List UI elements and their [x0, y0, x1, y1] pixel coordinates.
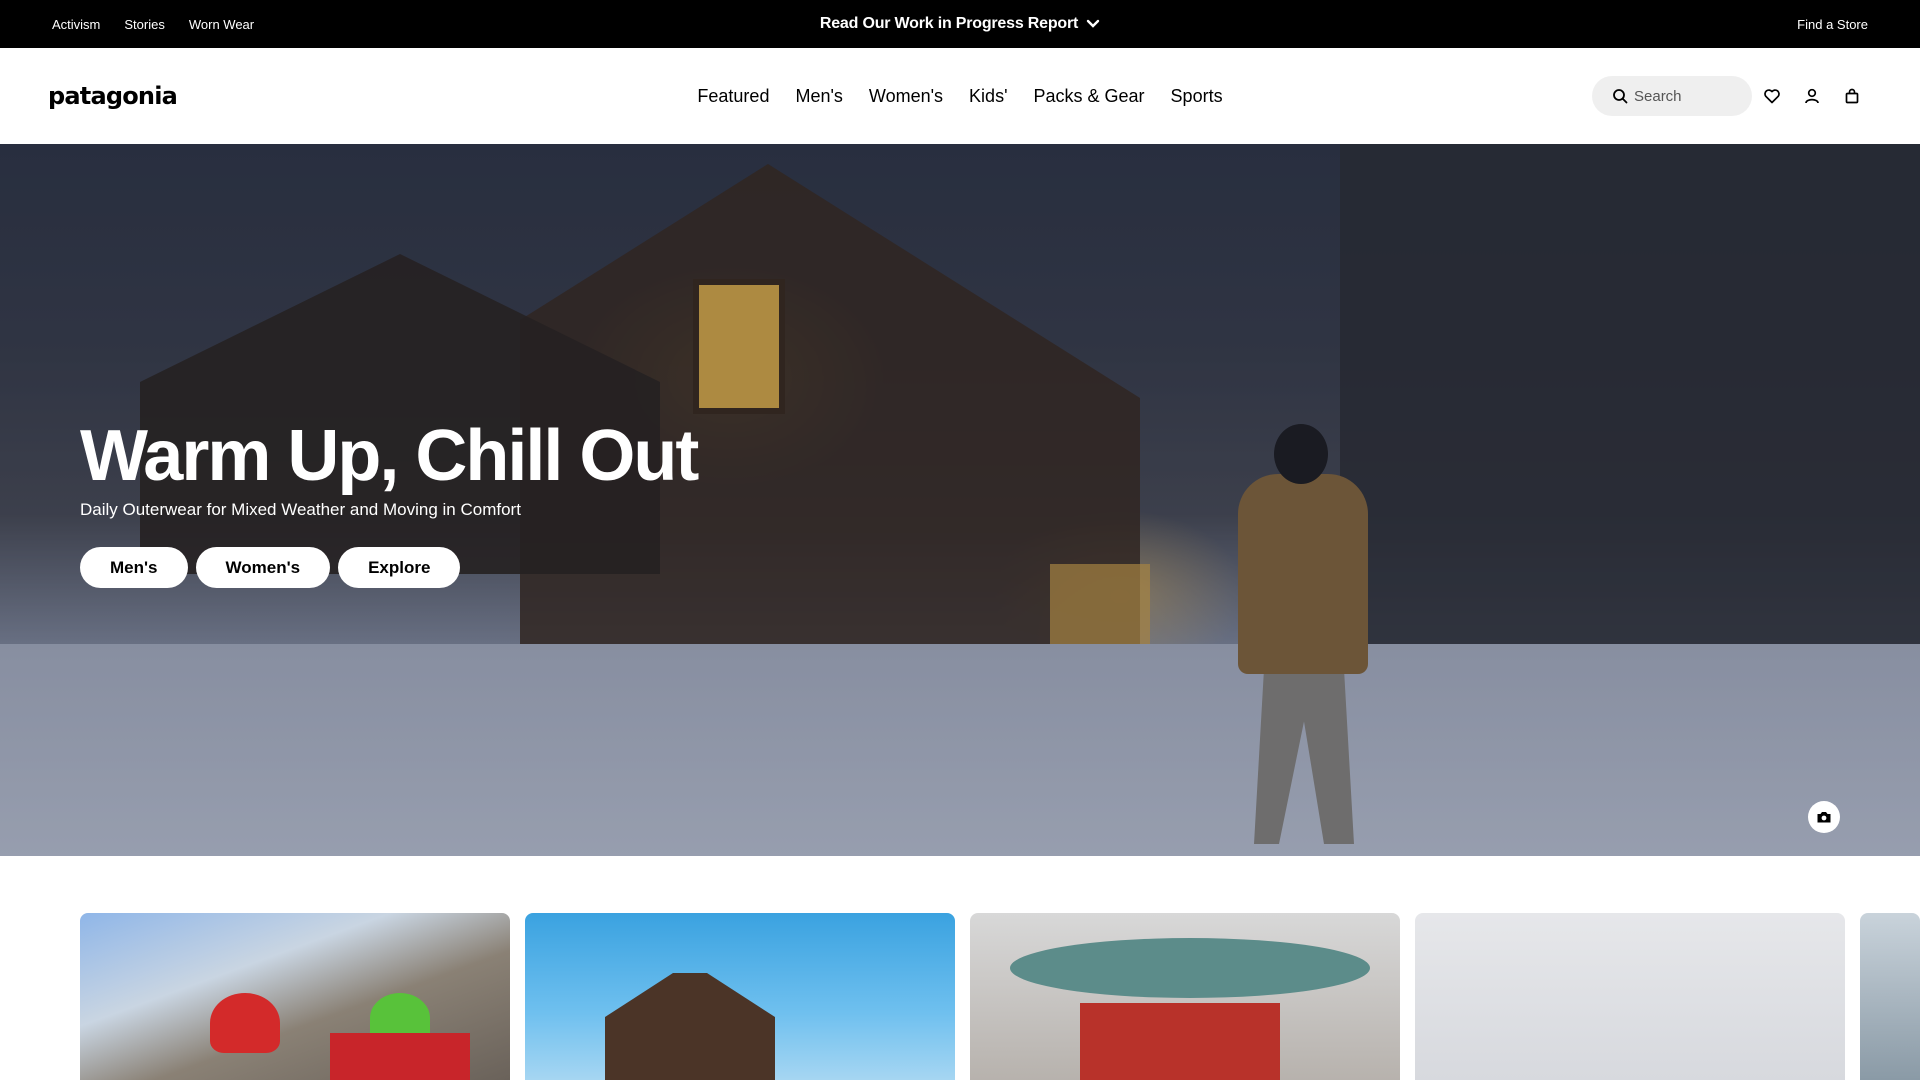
announcement-text: Read Our Work in Progress Report: [819, 15, 1079, 32]
main-header: patagonia Featured Men's Women's Kids' P…: [0, 48, 1920, 144]
nav-womens[interactable]: Women's: [869, 86, 943, 107]
story-card-climbers[interactable]: [80, 913, 510, 1080]
wishlist-button[interactable]: [1760, 84, 1784, 108]
hero-copy: Warm Up, Chill Out Daily Outerwear for M…: [80, 416, 699, 520]
hero-buttons: Men's Women's Explore: [80, 547, 461, 588]
utility-bar: Activism Stories Worn Wear Read Our Work…: [0, 0, 1920, 48]
hero-title: Warm Up, Chill Out: [80, 416, 699, 496]
camera-icon: [1817, 812, 1831, 823]
story-card-surfboard[interactable]: [970, 913, 1400, 1080]
nav-packs-gear[interactable]: Packs & Gear: [1034, 86, 1145, 107]
hero-mens-button[interactable]: Men's: [80, 547, 188, 588]
story-card-snow[interactable]: [1415, 913, 1845, 1080]
announcement-toggle[interactable]: Read Our Work in Progress Report: [0, 0, 1920, 48]
story-card-cabin[interactable]: [525, 913, 955, 1080]
search-box[interactable]: [1592, 76, 1752, 116]
story-card-partial[interactable]: [1860, 913, 1920, 1080]
hero-explore-button[interactable]: Explore: [338, 547, 461, 588]
nav-kids[interactable]: Kids': [969, 86, 1007, 107]
search-input[interactable]: [1634, 87, 1744, 105]
nav-mens[interactable]: Men's: [795, 86, 842, 107]
user-icon: [1805, 88, 1819, 104]
account-button[interactable]: [1800, 84, 1824, 108]
nav-sports[interactable]: Sports: [1171, 86, 1223, 107]
chevron-down-icon: [1086, 19, 1100, 28]
story-cards: [80, 913, 1920, 1080]
bag-icon: [1845, 88, 1859, 104]
search-icon: [1613, 89, 1628, 104]
nav-featured[interactable]: Featured: [697, 86, 769, 107]
heart-icon: [1764, 89, 1780, 104]
photo-credit-button[interactable]: [1808, 801, 1840, 833]
find-store-link[interactable]: Find a Store: [1797, 17, 1868, 32]
hero-womens-button[interactable]: Women's: [195, 547, 331, 588]
cart-button[interactable]: [1840, 84, 1864, 108]
hero-subtitle: Daily Outerwear for Mixed Weather and Mo…: [80, 500, 521, 519]
